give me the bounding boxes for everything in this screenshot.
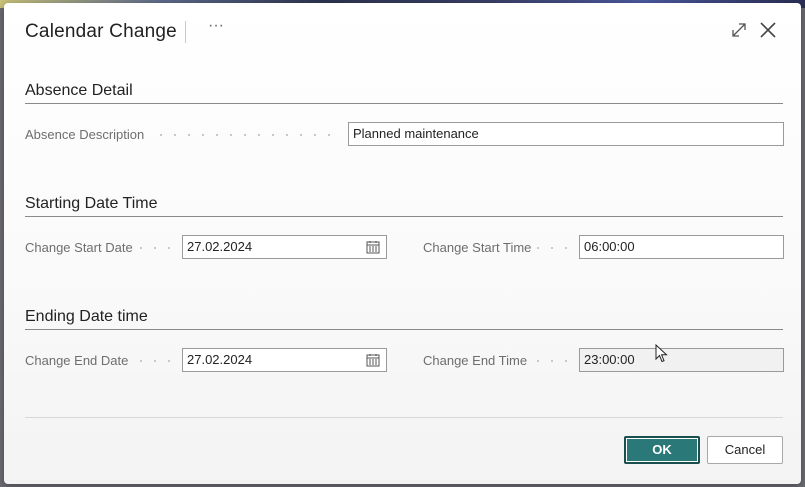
dialog-title: Calendar Change	[25, 21, 177, 42]
label-leader-dots	[134, 247, 178, 249]
absence-description-label: Absence Description	[25, 127, 145, 142]
absence-description-field[interactable]: Planned maintenance	[348, 122, 784, 146]
change-start-date-label: Change Start Date	[25, 240, 133, 255]
section-title-absence-detail: Absence Detail	[25, 82, 133, 99]
change-end-date-label: Change End Date	[25, 353, 129, 368]
change-end-time-label: Change End Time	[423, 353, 528, 368]
mouse-cursor-icon	[655, 344, 668, 363]
label-leader-dots	[134, 360, 178, 362]
calendar-icon[interactable]	[366, 353, 380, 367]
ok-button[interactable]: OK	[624, 436, 700, 464]
change-start-date-value: 27.02.2024	[187, 239, 253, 254]
change-start-time-label: Change Start Time	[423, 240, 532, 255]
label-leader-dots	[531, 360, 575, 362]
calendar-change-dialog: Calendar Change ··· Absence Detail Absen…	[4, 3, 801, 484]
change-start-date-field[interactable]: 27.02.2024	[182, 235, 387, 259]
label-leader-dots	[531, 247, 575, 249]
change-start-time-field[interactable]: 06:00:00	[579, 235, 784, 259]
title-separator	[185, 21, 186, 43]
section-title-ending-date-time: Ending Date time	[25, 308, 148, 325]
more-options-icon[interactable]: ···	[204, 17, 228, 41]
label-leader-dots	[154, 134, 339, 136]
change-end-date-value: 27.02.2024	[187, 352, 253, 367]
section-divider	[25, 329, 783, 330]
cancel-button[interactable]: Cancel	[707, 436, 783, 464]
footer-divider	[25, 417, 783, 418]
section-divider	[25, 216, 783, 217]
section-divider	[25, 103, 783, 104]
close-icon[interactable]	[759, 21, 777, 39]
calendar-icon[interactable]	[366, 240, 380, 254]
expand-icon[interactable]	[730, 21, 748, 39]
change-end-time-field[interactable]: 23:00:00	[579, 348, 784, 372]
change-end-date-field[interactable]: 27.02.2024	[182, 348, 387, 372]
section-title-starting-date-time: Starting Date Time	[25, 195, 158, 212]
